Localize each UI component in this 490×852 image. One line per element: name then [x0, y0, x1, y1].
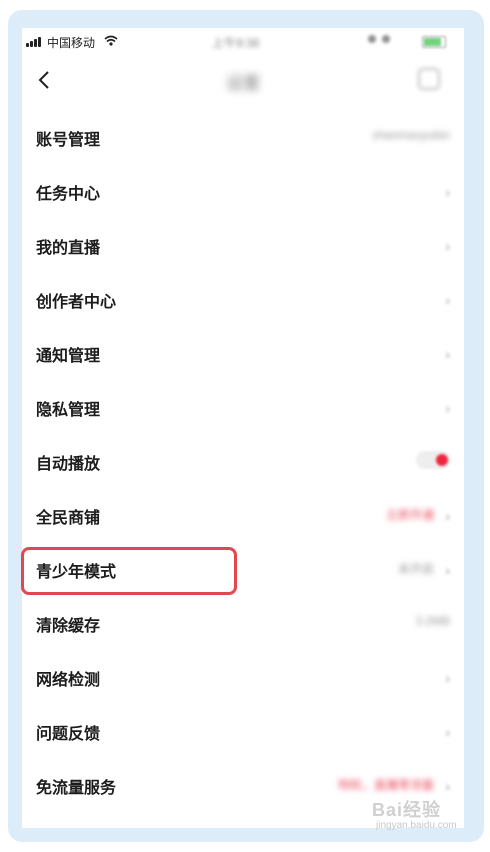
settings-row[interactable]: 我的直播 ›	[22, 218, 464, 272]
navigation-bar: 设置	[22, 58, 464, 102]
settings-row[interactable]: 问题反馈 ›	[22, 704, 464, 758]
settings-row[interactable]: 账号管理 zhanmaoyubin	[22, 110, 464, 164]
settings-row[interactable]: 通知管理 ›	[22, 326, 464, 380]
settings-row-label: 问题反馈	[36, 726, 101, 743]
toggle-knob	[436, 454, 448, 466]
settings-row[interactable]: 自动播放	[22, 434, 464, 488]
status-bar: 中国移动 上午9:38	[22, 28, 464, 52]
carrier-name: 中国移动	[47, 36, 96, 50]
settings-row-label: 账号管理	[36, 132, 101, 149]
system-status-icons	[368, 35, 390, 43]
status-time: 上午9:38	[212, 36, 260, 50]
settings-row-label: 清除缓存	[36, 618, 101, 635]
settings-row-value: 特权，直播零流量	[337, 778, 434, 792]
chevron-right-icon: ›	[445, 346, 450, 362]
chevron-right-icon: ›	[445, 238, 450, 254]
settings-row[interactable]: 创作者中心 ›	[22, 272, 464, 326]
chevron-right-icon: ›	[445, 724, 450, 740]
settings-row[interactable]: 隐私管理 ›	[22, 380, 464, 434]
settings-row[interactable]: 全民商铺 立即开通 ›	[22, 488, 464, 542]
chevron-right-icon: ›	[445, 670, 450, 686]
wifi-icon	[104, 35, 118, 46]
chevron-right-icon: ›	[445, 778, 450, 794]
scan-button[interactable]	[418, 68, 440, 90]
settings-row-label: 我的直播	[36, 240, 101, 257]
location-icon	[382, 35, 390, 43]
settings-row-label: 免流量服务	[36, 780, 117, 797]
settings-row[interactable]: 网络检测 ›	[22, 650, 464, 704]
chevron-right-icon: ›	[445, 184, 450, 200]
settings-row[interactable]: 清除缓存 3.2MB	[22, 596, 464, 650]
settings-row-label: 隐私管理	[36, 402, 101, 419]
settings-row-label: 自动播放	[36, 456, 101, 473]
phone-screen: 中国移动 上午9:38 设置 账号管理 zhanmaoyubin 任务中心 › 我的直播…	[22, 28, 464, 828]
watermark-url: jingyan.baidu.com	[376, 820, 457, 831]
signal-icon	[26, 37, 41, 47]
settings-row-label: 全民商铺	[36, 510, 101, 527]
page-title: 设置	[226, 74, 260, 93]
highlight-box	[21, 547, 237, 595]
settings-row-value: 立即开通	[385, 508, 434, 522]
battery-icon	[422, 36, 446, 48]
chevron-right-icon: ›	[445, 400, 450, 416]
alarm-icon	[368, 35, 376, 43]
chevron-right-icon: ›	[445, 292, 450, 308]
autoplay-toggle[interactable]	[416, 451, 450, 469]
settings-list: 账号管理 zhanmaoyubin 任务中心 › 我的直播 › 创作者中心 › 通知管理 › 隐私管…	[22, 110, 464, 812]
settings-row-value: 未开启	[397, 562, 434, 576]
chevron-right-icon: ›	[445, 508, 450, 524]
watermark-logo: Bai经验	[372, 800, 442, 820]
settings-row-label: 网络检测	[36, 672, 101, 689]
settings-row-value: 3.2MB	[415, 614, 450, 628]
settings-row-label: 任务中心	[36, 186, 101, 203]
settings-row-value: zhanmaoyubin	[371, 128, 450, 142]
settings-row-label: 通知管理	[36, 348, 101, 365]
settings-row[interactable]: 任务中心 ›	[22, 164, 464, 218]
chevron-right-icon: ›	[445, 562, 450, 578]
settings-row-label: 创作者中心	[36, 294, 117, 311]
